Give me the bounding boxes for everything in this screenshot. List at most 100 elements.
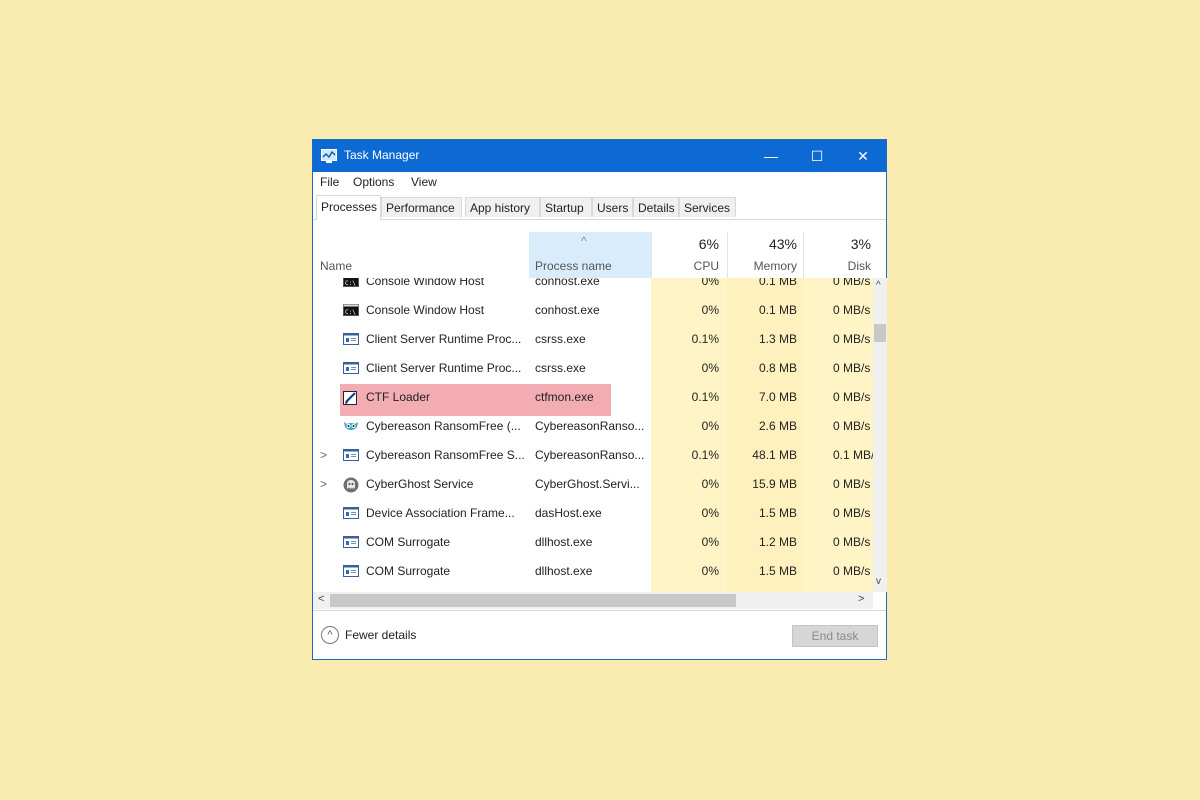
window-icon [343, 564, 359, 578]
menu-view[interactable]: View [411, 175, 437, 189]
name-header[interactable]: Name [320, 259, 352, 273]
process-display-name: Client Server Runtime Proc... [366, 361, 522, 375]
fewer-details-label: Fewer details [345, 628, 417, 642]
menu-options[interactable]: Options [353, 175, 394, 189]
process-display-name: COM Surrogate [366, 535, 451, 549]
end-task-button[interactable]: End task [792, 625, 878, 647]
owl-icon [343, 419, 359, 433]
ghost-icon [343, 477, 359, 493]
menu-file[interactable]: File [320, 175, 339, 189]
memory-value: 1.3 MB [758, 332, 797, 346]
process-display-name: CyberGhost Service [366, 477, 474, 491]
memory-total: 43% [768, 236, 797, 252]
process-display-name: Client Server Runtime Proc... [366, 332, 522, 346]
disk-value: 0.1 MB/s [833, 448, 873, 462]
svg-text:C:\: C:\ [345, 309, 356, 316]
tab-app-history[interactable]: App history [465, 197, 540, 217]
process-executable: conhost.exe [535, 278, 600, 288]
cpu-value: 0.1% [691, 448, 719, 462]
cpu-value: 0% [701, 361, 719, 375]
process-executable: dasHost.exe [535, 506, 602, 520]
cpu-total: 6% [698, 236, 719, 252]
close-button[interactable]: ✕ [840, 140, 886, 172]
cpu-value: 0% [701, 506, 719, 520]
cpu-value: 0% [701, 278, 719, 288]
tab-details[interactable]: Details [633, 197, 679, 217]
window-title: Task Manager [344, 148, 420, 162]
disk-value: 0 MB/s [833, 506, 871, 520]
collapse-icon: ^ [321, 626, 339, 644]
disk-value: 0 MB/s [833, 419, 871, 433]
cpu-value: 0% [701, 303, 719, 317]
sort-arrow-icon: ^ [581, 234, 587, 248]
tab-performance[interactable]: Performance [381, 197, 462, 217]
process-row[interactable]: Device Association Frame... dasHost.exe 0%… [313, 500, 873, 529]
disk-header[interactable]: Disk [803, 259, 871, 273]
tab-startup[interactable]: Startup [540, 197, 592, 217]
disk-value: 0 MB/s [833, 390, 871, 404]
process-executable: conhost.exe [535, 303, 600, 317]
expand-chevron-icon[interactable]: > [320, 448, 327, 462]
footer: ^ Fewer details End task [313, 610, 886, 662]
horizontal-scroll-thumb[interactable] [330, 594, 736, 607]
process-row[interactable]: > Cybereason RansomFree S... CybereasonRan… [313, 442, 873, 471]
memory-value: 0.1 MB [758, 303, 797, 317]
horizontal-scrollbar[interactable]: < > [313, 592, 873, 609]
process-executable: dllhost.exe [535, 535, 593, 549]
task-manager-window: Task Manager — ☐ ✕ File Options View Pro… [312, 139, 887, 660]
process-executable: ctfmon.exe [535, 390, 594, 404]
process-row[interactable]: Cybereason RansomFree (... CybereasonRans… [313, 413, 873, 442]
vertical-scrollbar[interactable]: ^ v [873, 278, 887, 592]
cpu-value: 0% [701, 564, 719, 578]
process-row[interactable]: COM Surrogate dllhost.exe 0% 1.2 MB 0 MB/s [313, 529, 873, 558]
scroll-up-icon[interactable]: ^ [876, 280, 881, 291]
process-row[interactable]: COM Surrogate dllhost.exe 0% 1.5 MB 0 MB/s [313, 558, 873, 587]
disk-value: 0 MB/s [833, 332, 871, 346]
memory-value: 2.6 MB [758, 419, 797, 433]
cpu-header[interactable]: CPU [651, 259, 719, 273]
tab-processes[interactable]: Processes [316, 195, 381, 220]
process-display-name: Cybereason RansomFree S... [366, 448, 525, 462]
title-bar[interactable]: Task Manager — ☐ ✕ [313, 140, 886, 172]
window-icon [343, 535, 359, 549]
window-icon [343, 332, 359, 346]
cpu-value: 0% [701, 477, 719, 491]
expand-chevron-icon[interactable]: > [320, 477, 327, 491]
process-name-header[interactable]: ^ Process name [529, 232, 651, 278]
process-row[interactable]: > CyberGhost Service CyberGhost.Servi... 0%… [313, 471, 873, 500]
cpu-value: 0.1% [691, 332, 719, 346]
fewer-details-button[interactable]: ^ Fewer details [321, 626, 416, 644]
memory-header[interactable]: Memory [727, 259, 797, 273]
vertical-scroll-thumb[interactable] [874, 324, 886, 342]
disk-value: 0 MB/s [833, 564, 871, 578]
column-header-row: ^ Process name Name 6% CPU 43% Memory 3%… [313, 232, 886, 278]
memory-value: 1.5 MB [758, 506, 797, 520]
tab-users[interactable]: Users [592, 197, 633, 217]
minimize-button[interactable]: — [748, 140, 794, 172]
memory-value: 7.0 MB [758, 390, 797, 404]
process-row[interactable]: C:\ Console Window Host conhost.exe 0% 0.1 M… [313, 278, 873, 297]
process-display-name: Cybereason RansomFree (... [366, 419, 521, 433]
scroll-right-icon[interactable]: > [858, 593, 864, 605]
scroll-down-icon[interactable]: v [876, 576, 881, 587]
window-icon [343, 448, 359, 462]
tab-strip: Processes Performance App history Startu… [313, 195, 886, 220]
process-executable: CybereasonRanso... [535, 448, 645, 462]
process-display-name: CTF Loader [366, 390, 431, 404]
process-list: C:\ Console Window Host conhost.exe 0% 0.1 M… [313, 278, 873, 592]
process-row[interactable]: Client Server Runtime Proc... csrss.exe 0.… [313, 326, 873, 355]
process-display-name: Console Window Host [366, 278, 485, 288]
svg-text:C:\: C:\ [345, 280, 356, 287]
process-row[interactable]: Client Server Runtime Proc... csrss.exe 0%… [313, 355, 873, 384]
process-executable: csrss.exe [535, 332, 586, 346]
disk-value: 0 MB/s [833, 303, 871, 317]
tab-services[interactable]: Services [679, 197, 736, 217]
memory-value: 48.1 MB [752, 448, 797, 462]
scroll-left-icon[interactable]: < [318, 593, 324, 605]
process-executable: CybereasonRanso... [535, 419, 645, 433]
process-row[interactable]: C:\ Console Window Host conhost.exe 0% 0.1 M… [313, 297, 873, 326]
maximize-button[interactable]: ☐ [794, 140, 840, 172]
process-row[interactable]: CTF Loader ctfmon.exe 0.1% 7.0 MB 0 MB/s [313, 384, 873, 416]
cpu-value: 0% [701, 535, 719, 549]
disk-value: 0 MB/s [833, 278, 871, 288]
